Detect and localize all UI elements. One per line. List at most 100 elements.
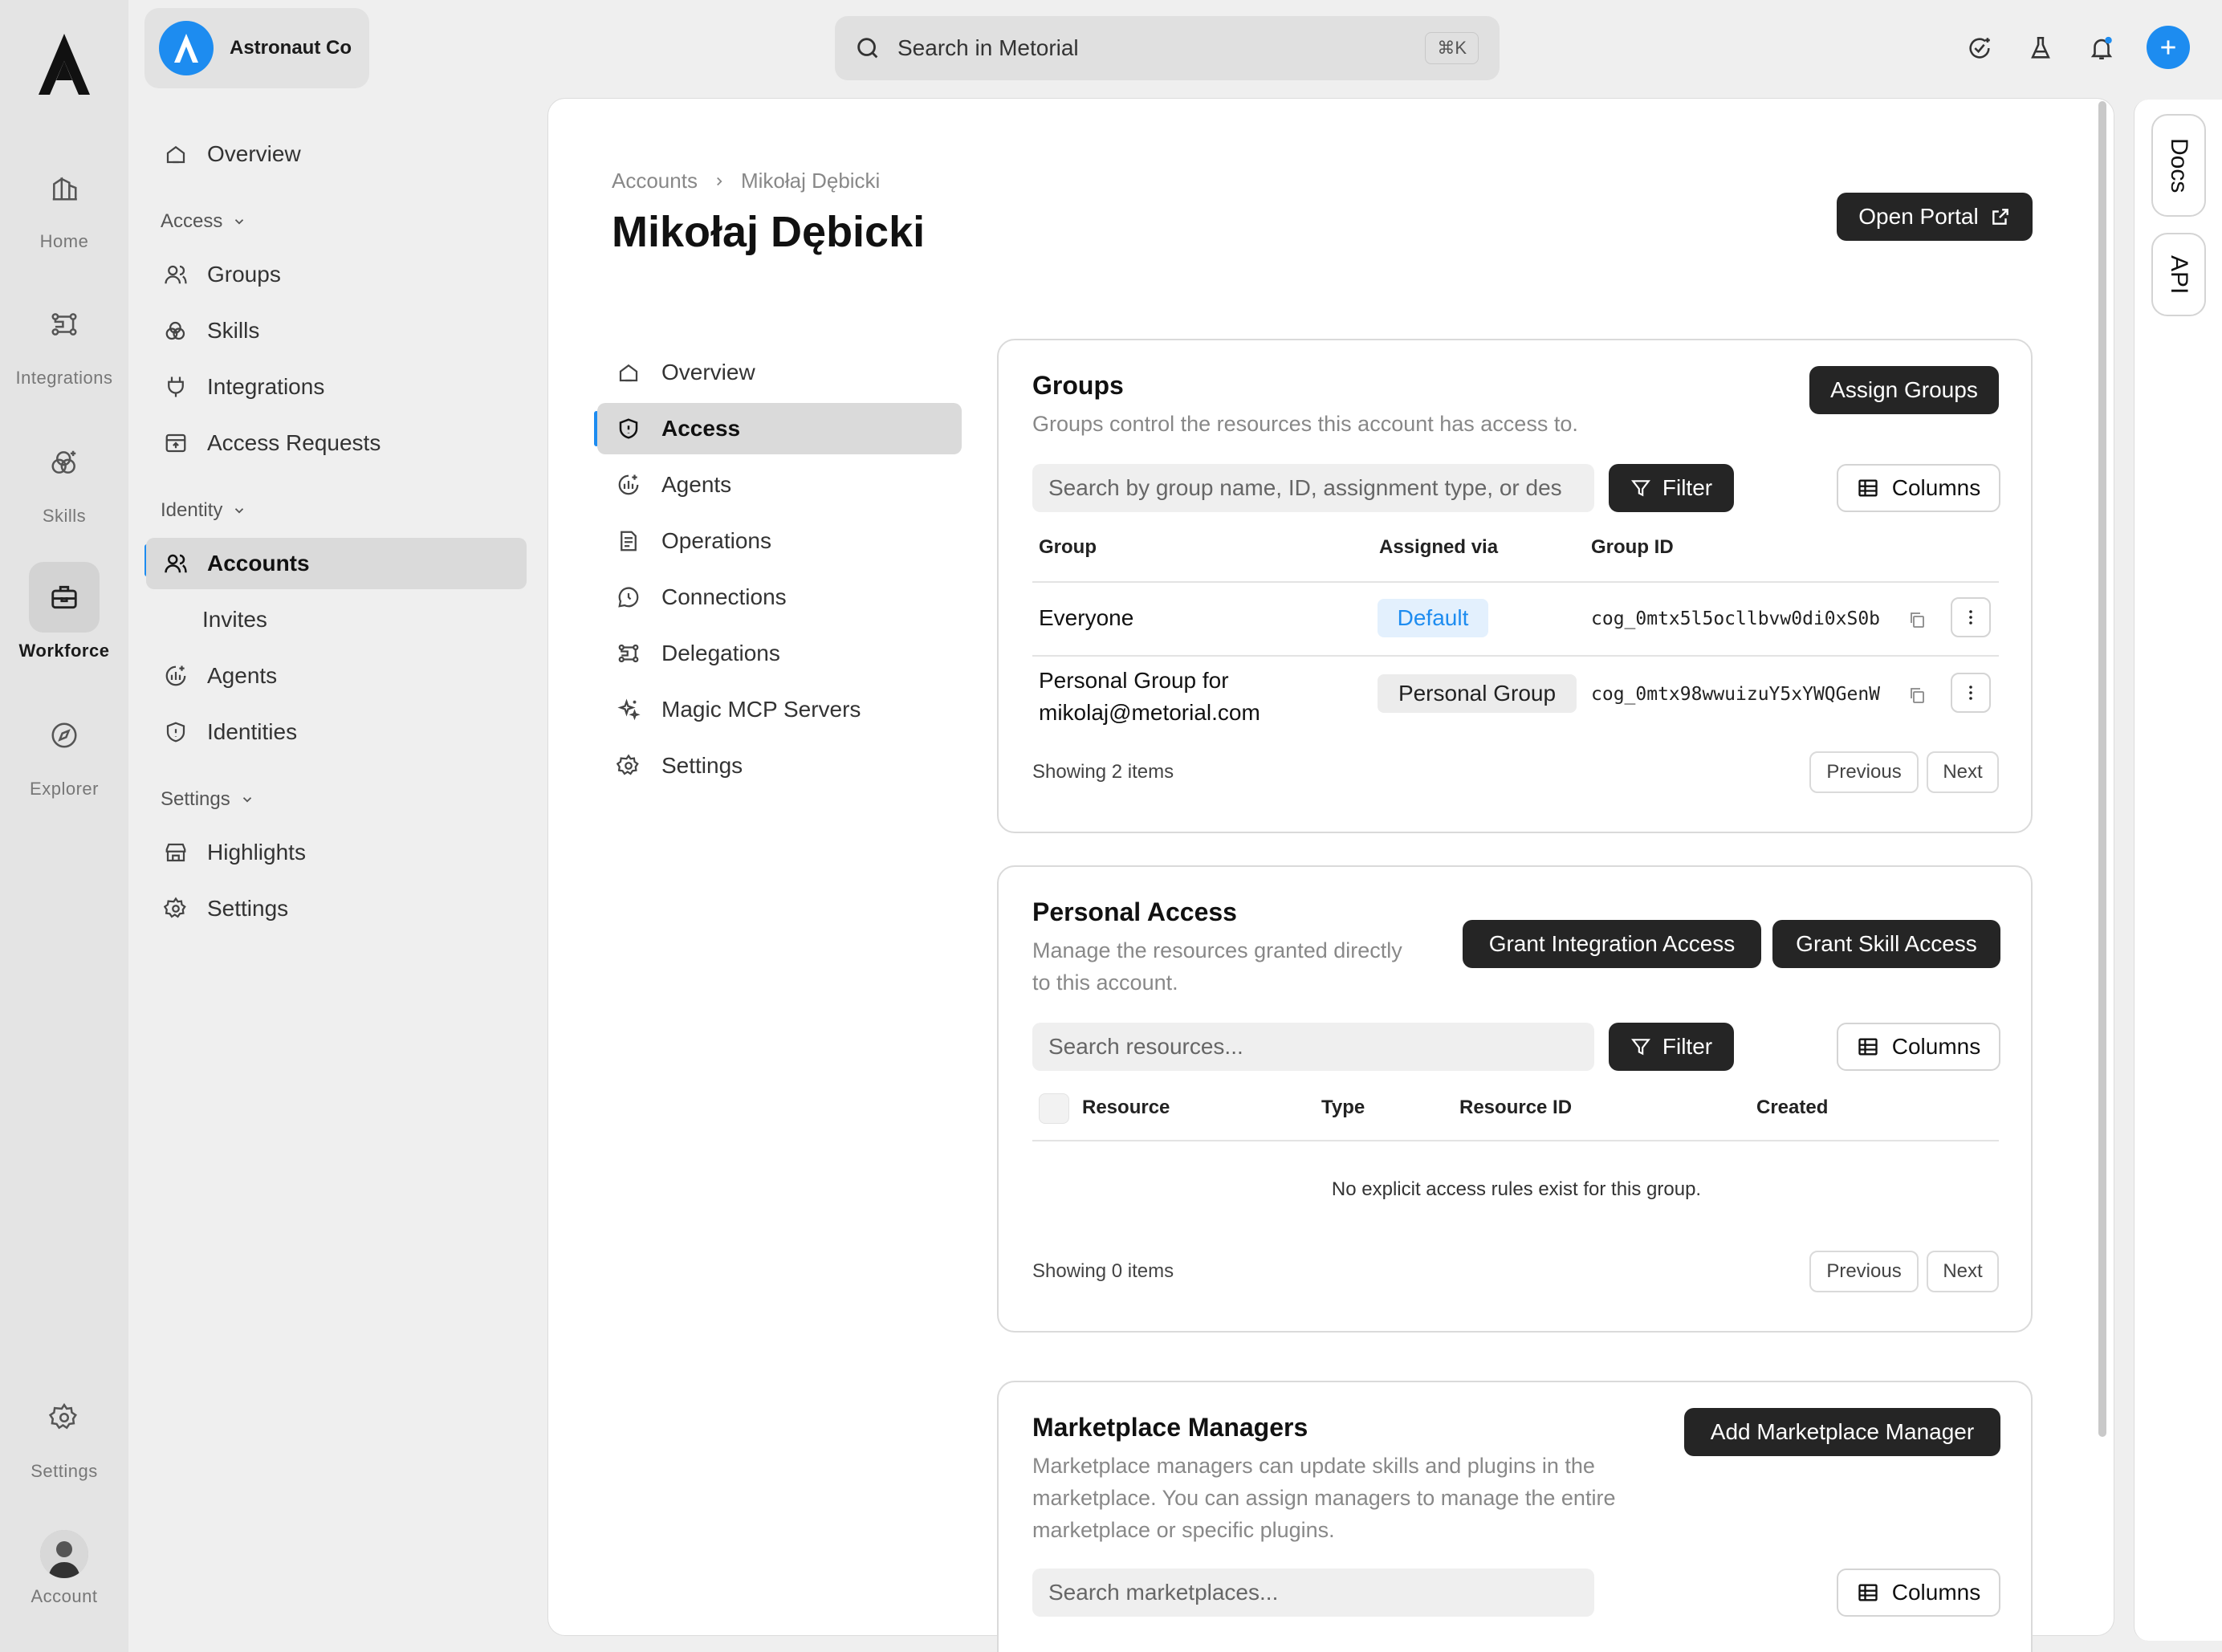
column-header-assigned-via[interactable]: Assigned via [1379,536,1498,559]
subnav-settings[interactable]: Settings [597,740,962,791]
open-portal-label: Open Portal [1858,204,1979,229]
copy-icon[interactable] [1906,608,1928,631]
sidebar-item-overview[interactable]: Overview [146,128,527,180]
subnav-magic-mcp-servers[interactable]: Magic MCP Servers [597,684,962,735]
subnav-operations[interactable]: Operations [597,515,962,567]
grant-integration-access-button[interactable]: Grant Integration Access [1463,920,1761,968]
subnav-agents[interactable]: Agents [597,459,962,511]
columns-button[interactable]: Columns [1837,1569,2000,1617]
sidebar-item-invites[interactable]: Invites [146,594,527,645]
rail-account[interactable]: Account [0,1530,128,1607]
chevron-down-icon [235,219,244,225]
sidebar-section-settings[interactable]: Settings [161,788,254,811]
group-name-line: mikolaj@metorial.com [1039,700,1260,725]
group-name: Everyone [1039,605,1134,630]
resources-search-input[interactable]: Search resources... [1032,1023,1594,1071]
row-menu-button[interactable] [1951,673,1991,713]
sidebar-item-identities[interactable]: Identities [146,706,527,758]
rail-account-label: Account [31,1586,98,1606]
subnav-access[interactable]: Access [597,403,962,454]
org-switcher[interactable]: Astronaut Co [144,8,369,88]
subnav-label: Connections [661,584,787,609]
previous-button[interactable]: Previous [1809,751,1919,793]
rail-settings[interactable]: Settings [0,1382,128,1482]
filter-button[interactable]: Filter [1609,1023,1734,1071]
grant-skill-access-button[interactable]: Grant Skill Access [1772,920,2000,968]
skills-icon [29,427,100,498]
add-marketplace-manager-button[interactable]: Add Marketplace Manager [1684,1408,2000,1456]
subnav-delegations[interactable]: Delegations [597,628,962,679]
column-header-created[interactable]: Created [1756,1097,1828,1119]
assign-groups-button[interactable]: Assign Groups [1809,366,1999,414]
subnav-label: Agents [661,472,732,497]
sidebar-section-identity[interactable]: Identity [161,499,246,522]
sidebar-item-accounts[interactable]: Accounts [146,538,527,589]
marketplaces-search-input[interactable]: Search marketplaces... [1032,1569,1594,1617]
filter-button[interactable]: Filter [1609,464,1734,512]
assign-groups-label: Assign Groups [1830,377,1978,402]
items-count: Showing 0 items [1032,1260,1174,1282]
scrollbar[interactable] [2098,101,2106,1437]
skills-icon [162,317,189,344]
items-count: Showing 2 items [1032,761,1174,783]
sidebar-item-skills[interactable]: Skills [146,305,527,356]
sidebar-item-integrations[interactable]: Integrations [146,361,527,413]
column-header-type[interactable]: Type [1321,1097,1365,1119]
column-header-resource-id[interactable]: Resource ID [1459,1097,1572,1119]
gear-icon [29,1382,100,1453]
sidebar-item-label: Groups [207,262,281,287]
metorial-logo[interactable] [35,31,93,98]
row-menu-button[interactable] [1951,597,1991,637]
rail-explorer[interactable]: Explorer [0,700,128,800]
column-header-group-id[interactable]: Group ID [1591,536,1674,559]
global-search[interactable]: Search in Metorial ⌘K [835,16,1500,80]
sidebar-item-settings[interactable]: Settings [146,883,527,934]
column-header-group[interactable]: Group [1039,536,1097,559]
plug-icon [162,373,189,401]
bell-icon[interactable] [2082,29,2121,67]
subnav-connections[interactable]: Connections [597,572,962,623]
section-label: Identity [161,499,223,521]
next-button[interactable]: Next [1927,1251,1999,1292]
flask-icon[interactable] [2021,29,2060,67]
open-portal-button[interactable]: Open Portal [1837,193,2033,241]
rail-integrations[interactable]: Integrations [0,289,128,389]
tab-docs[interactable]: Docs [2151,114,2206,217]
store-icon [162,839,189,866]
create-button[interactable] [2147,26,2190,69]
rail-workforce[interactable]: Workforce [0,562,128,661]
rail-home[interactable]: Home [0,153,128,252]
sidebar-item-agents[interactable]: Agents [146,650,527,702]
columns-label: Columns [1891,475,1981,500]
columns-button[interactable]: Columns [1837,1023,2000,1071]
subnav-overview[interactable]: Overview [597,347,962,398]
subnav-label: Overview [661,360,755,385]
rail-skills[interactable]: Skills [0,427,128,527]
rail-skills-label: Skills [42,506,87,526]
sidebar-item-groups[interactable]: Groups [146,249,527,300]
tab-api[interactable]: API [2151,233,2206,316]
columns-button[interactable]: Columns [1837,464,2000,512]
column-header-resource[interactable]: Resource [1082,1097,1170,1119]
select-all-checkbox[interactable] [1039,1093,1069,1124]
next-button[interactable]: Next [1927,751,1999,793]
sidebar-section-access[interactable]: Access [161,210,246,233]
right-tab-panel [2134,100,2222,1641]
shortcut-hint: ⌘K [1425,32,1479,64]
search-placeholder: Search in Metorial [897,35,1079,60]
previous-button[interactable]: Previous [1809,1251,1919,1292]
breadcrumb-accounts[interactable]: Accounts [612,169,698,193]
personal-access-card: Personal Access Manage the resources gra… [997,865,2033,1333]
copy-icon[interactable] [1906,684,1928,706]
group-name: Personal Group for mikolaj@metorial.com [1039,665,1260,729]
sidebar-item-access-requests[interactable]: Access Requests [146,417,527,469]
feedback-icon[interactable] [1960,29,1999,67]
sidebar-item-highlights[interactable]: Highlights [146,827,527,878]
rail-integrations-label: Integrations [15,368,113,388]
table-divider [1032,1140,1999,1141]
search-placeholder: Search resources... [1048,1034,1243,1059]
groups-search-input[interactable]: Search by group name, ID, assignment typ… [1032,464,1594,512]
subnav-label: Settings [661,753,743,778]
columns-label: Columns [1891,1580,1981,1605]
search-placeholder: Search by group name, ID, assignment typ… [1048,475,1562,500]
